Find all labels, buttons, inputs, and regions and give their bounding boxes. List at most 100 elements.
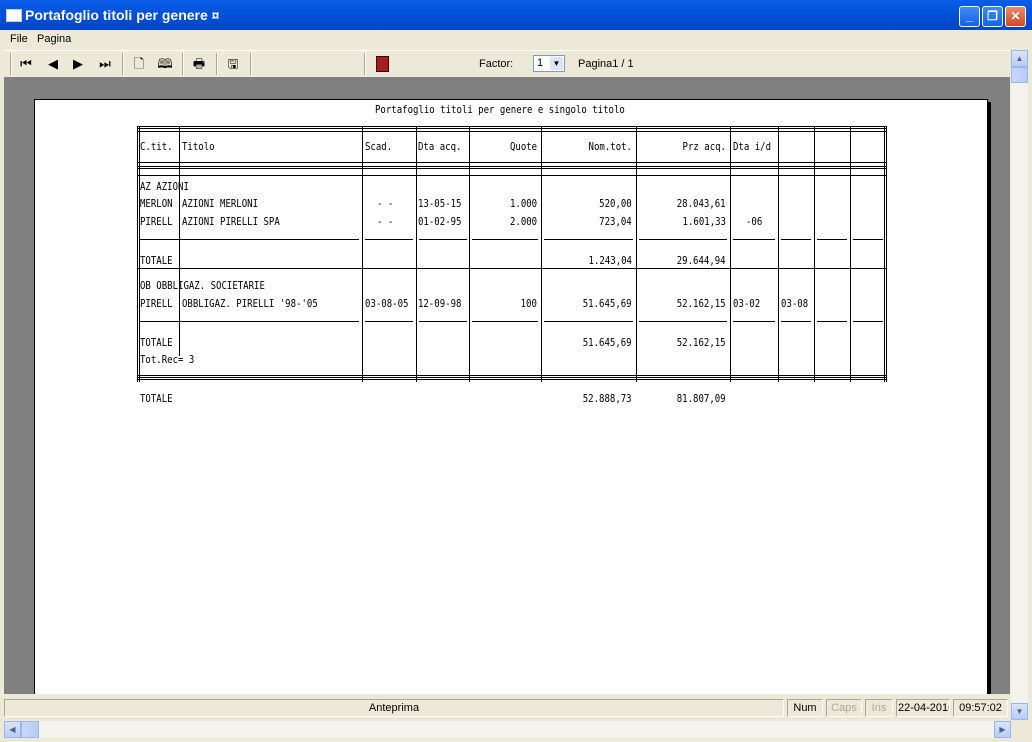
group-name: OB OBBLIGAZ. SOCIETARIE — [140, 279, 265, 292]
restore-button[interactable]: ❐ — [982, 6, 1003, 27]
header-titolo: Titolo — [182, 140, 215, 153]
cell-scad: - - — [377, 197, 394, 210]
cell-titolo: AZIONI PIRELLI SPA — [182, 215, 280, 228]
column-separator — [636, 126, 637, 382]
close-button[interactable]: ✕ — [1005, 6, 1026, 27]
export-icon[interactable]: 🖫 — [224, 55, 242, 73]
subtotal-rule — [419, 239, 467, 240]
cell-titolo: AZIONI MERLONI — [182, 197, 259, 210]
column-separator — [362, 126, 363, 382]
chevron-down-icon[interactable]: ▼ — [550, 57, 563, 70]
total-przacq: 52.162,15 — [677, 336, 726, 349]
two-pages-icon[interactable]: 🕮 — [156, 55, 174, 73]
group-name: AZ AZIONI — [140, 180, 189, 193]
menu-bar: File Pagina — [0, 30, 1032, 50]
toolbar-grip — [10, 53, 12, 75]
header-rule — [137, 168, 887, 169]
column-separator — [416, 126, 417, 382]
column-separator — [778, 126, 779, 382]
scroll-down-icon[interactable]: ▼ — [1011, 703, 1028, 720]
total-label: TOTALE — [140, 254, 173, 267]
report-title: Portafoglio titoli per genere e singolo … — [375, 103, 625, 116]
toolbar-separator — [250, 53, 252, 75]
grand-total-przacq: 81.807,09 — [677, 392, 726, 405]
subtotal-rule — [853, 239, 883, 240]
print-icon[interactable]: 🖶 — [190, 55, 208, 73]
header-quote: Quote — [509, 140, 537, 153]
column-separator — [850, 126, 851, 382]
menu-file[interactable]: File — [10, 33, 28, 45]
header-rule — [137, 128, 887, 129]
toolbar: ⏮ ◀ ▶ ⏭ 🗋 🕮 🖶 🖫 Factor: 1 ▼ Pagina1 / 1 — [4, 50, 1010, 78]
single-page-icon[interactable]: 🗋 — [130, 55, 148, 73]
header-przacq: Prz acq. — [682, 140, 726, 153]
cell-nomtot: 51.645,69 — [583, 297, 632, 310]
column-separator — [814, 126, 815, 382]
subtotal-rule — [365, 239, 413, 240]
status-num: Num — [787, 699, 823, 717]
minimize-button[interactable]: _ — [959, 6, 980, 27]
title-bar[interactable]: Portafoglio titoli per genere ¤ _ ❐ ✕ — [0, 0, 1032, 30]
cell-ctit: PIRELL — [140, 215, 173, 228]
page-indicator: Pagina1 / 1 — [578, 58, 634, 70]
subtotal-rule — [419, 321, 467, 322]
report-page: Portafoglio titoli per genere e singolo … — [34, 99, 988, 694]
toolbar-separator — [364, 53, 366, 75]
cell-dtaid: -06 — [746, 215, 763, 228]
status-ins: Ins — [865, 699, 893, 717]
total-label: TOTALE — [140, 336, 173, 349]
toolbar-separator — [216, 53, 218, 75]
cell-nomtot: 723,04 — [599, 215, 632, 228]
status-time: 09:57:02 — [953, 699, 1008, 717]
subtotal-rule — [817, 321, 847, 322]
cell-nomtot: 520,00 — [599, 197, 632, 210]
vertical-scrollbar[interactable]: ▲ ▼ — [1011, 50, 1028, 720]
grand-total-label: TOTALE — [140, 392, 173, 405]
toolbar-separator — [122, 53, 124, 75]
total-nomtot: 1.243,04 — [588, 254, 632, 267]
next-page-icon[interactable]: ▶ — [69, 55, 87, 73]
horizontal-scrollbar[interactable]: ◀ ▶ — [4, 721, 1011, 738]
factor-value: 1 — [537, 57, 544, 69]
column-separator — [730, 126, 731, 382]
cell-dta-acq: 12-09-98 — [418, 297, 462, 310]
table-footer-rule — [137, 375, 887, 376]
scroll-left-icon[interactable]: ◀ — [4, 721, 21, 738]
scroll-thumb[interactable] — [21, 721, 39, 738]
preview-area[interactable]: Portafoglio titoli per genere e singolo … — [4, 77, 1010, 694]
subtotal-rule — [781, 321, 811, 322]
cell-quote: 1.000 — [509, 197, 537, 210]
scroll-up-icon[interactable]: ▲ — [1011, 50, 1028, 67]
subtotal-rule — [544, 239, 633, 240]
subtotal-rule — [853, 321, 883, 322]
scroll-right-icon[interactable]: ▶ — [994, 721, 1011, 738]
cell-extra: 03-08 — [781, 297, 809, 310]
subtotal-rule — [139, 239, 359, 240]
total-nomtot: 51.645,69 — [583, 336, 632, 349]
grand-total-nomtot: 52.888,73 — [583, 392, 632, 405]
status-date: 22-04-2016 — [896, 699, 950, 717]
exit-door-icon[interactable] — [376, 56, 389, 72]
previous-page-icon[interactable]: ◀ — [44, 55, 62, 73]
header-rule — [137, 126, 887, 127]
cell-dta-acq: 13-05-15 — [418, 197, 462, 210]
header-rule — [137, 166, 887, 167]
table-footer-rule — [137, 377, 887, 378]
cell-ctit: PIRELL — [140, 297, 173, 310]
menu-pagina[interactable]: Pagina — [37, 33, 71, 45]
factor-select[interactable]: 1 ▼ — [533, 55, 565, 72]
status-caps: Caps — [826, 699, 862, 717]
scroll-thumb[interactable] — [1011, 67, 1028, 83]
last-page-icon[interactable]: ⏭ — [96, 55, 114, 73]
subtotal-rule — [781, 239, 811, 240]
subtotal-rule — [544, 321, 633, 322]
subtotal-rule — [733, 321, 775, 322]
subtotal-rule — [639, 321, 727, 322]
subtotal-rule — [472, 239, 538, 240]
header-scad: Scad. — [365, 140, 393, 153]
first-page-icon[interactable]: ⏮ — [17, 55, 35, 73]
header-dta-acq: Dta acq. — [418, 140, 462, 153]
subtotal-rule — [472, 321, 538, 322]
cell-dtaid: 03-02 — [733, 297, 761, 310]
window-icon — [6, 9, 22, 22]
